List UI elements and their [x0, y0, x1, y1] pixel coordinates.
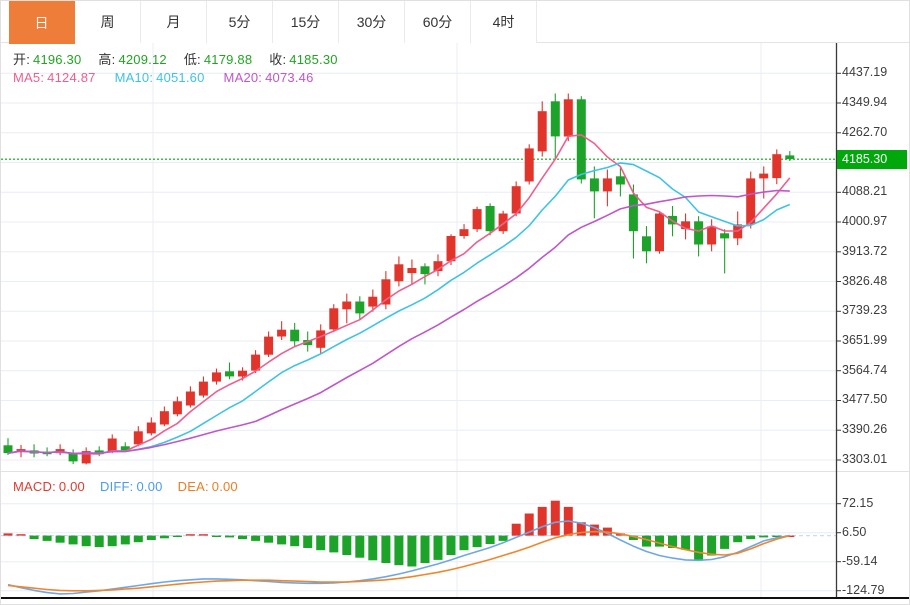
price-chart-panel[interactable]: [1, 43, 836, 471]
price-axis-label-2: 4262.70: [842, 125, 887, 139]
timeframe-tab-0[interactable]: 日: [9, 1, 75, 44]
price-axis-label-6: 3826.48: [842, 274, 887, 288]
price-axis-label-7: 3739.23: [842, 303, 887, 317]
legend-ma-item-1: MA10:4051.60: [115, 70, 205, 85]
timeframe-tab-2[interactable]: 月: [141, 1, 207, 43]
macd-axis-label-1: 6.50: [842, 525, 866, 539]
macd-axis-label-0: 72.15: [842, 496, 873, 510]
legend-ma-item-2: MA20:4073.46: [224, 70, 314, 85]
price-axis-label-11: 3390.26: [842, 422, 887, 436]
timeframe-tab-5[interactable]: 30分: [339, 1, 405, 43]
macd-legend: MACD:0.00 DIFF:0.00 DEA:0.00: [13, 479, 238, 494]
timeframe-tab-6[interactable]: 60分: [405, 1, 471, 43]
legend-ohlc-item-3: 收:4185.30: [269, 49, 337, 68]
legend-ohlc-item-1: 高:4209.12: [98, 49, 166, 68]
kline-chart-app: 日周月5分15分30分60分4时 开:4196.30 高:4209.12 低:417…: [0, 0, 910, 605]
timeframe-tab-7[interactable]: 4时: [471, 1, 537, 43]
current-price-tag: 4185.30: [837, 150, 907, 169]
legend-macd-item-2: DEA:0.00: [178, 479, 238, 494]
timeframe-toolbar: 日周月5分15分30分60分4时: [1, 1, 909, 43]
price-axis-label-10: 3477.50: [842, 392, 887, 406]
legend-ma-item-0: MA5:4124.87: [13, 70, 96, 85]
price-axis-label-9: 3564.74: [842, 363, 887, 377]
legend-macd-item-0: MACD:0.00: [13, 479, 85, 494]
legend-macd-item-1: DIFF:0.00: [100, 479, 163, 494]
ma-legend: MA5:4124.87 MA10:4051.60 MA20:4073.46: [13, 70, 314, 85]
price-axis-label-1: 4349.94: [842, 95, 887, 109]
macd-axis-label-3: -124.79: [842, 583, 884, 597]
legend-ohlc-item-0: 开:4196.30: [13, 49, 81, 68]
price-axis-label-5: 3913.72: [842, 244, 887, 258]
legend-ohlc-item-2: 低:4179.88: [184, 49, 252, 68]
price-axis-label-12: 3303.01: [842, 452, 887, 466]
timeframe-tab-4[interactable]: 15分: [273, 1, 339, 43]
price-axis-label-3: 4088.21: [842, 184, 887, 198]
price-axis-label-0: 4437.19: [842, 65, 887, 79]
timeframe-tab-1[interactable]: 周: [75, 1, 141, 43]
price-axis-label-8: 3651.99: [842, 333, 887, 347]
price-axis-label-4: 4000.97: [842, 214, 887, 228]
ohlc-legend: 开:4196.30 高:4209.12 低:4179.88 收:4185.30: [13, 49, 338, 68]
timeframe-tab-3[interactable]: 5分: [207, 1, 273, 43]
macd-axis-label-2: -59.14: [842, 554, 877, 568]
